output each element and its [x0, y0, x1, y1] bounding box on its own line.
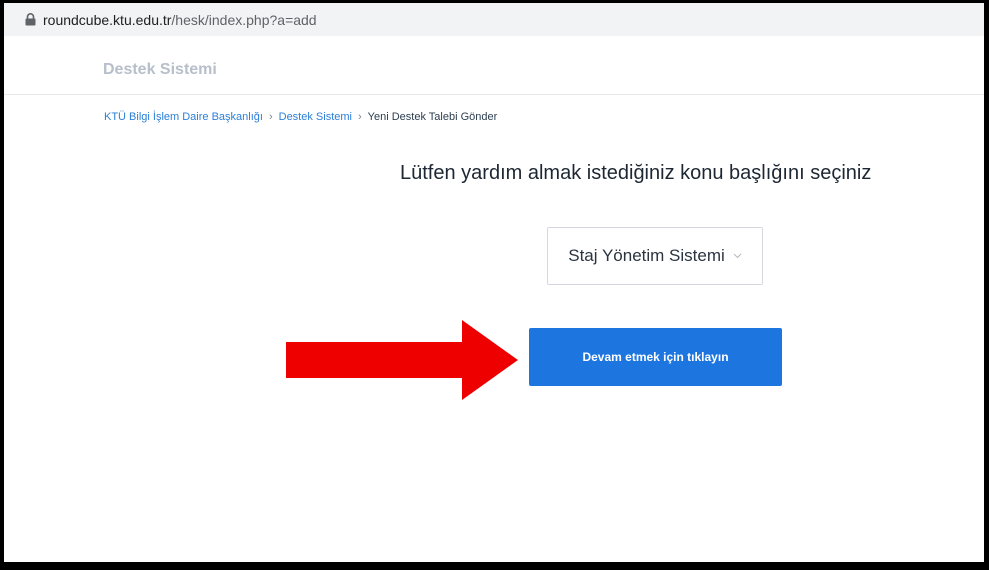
address-bar[interactable]: roundcube.ktu.edu.tr/hesk/index.php?a=ad… — [4, 3, 984, 37]
lock-icon — [23, 13, 37, 27]
category-select[interactable]: Staj Yönetim Sistemi — [547, 227, 763, 285]
continue-button[interactable]: Devam etmek için tıklayın — [529, 328, 782, 386]
breadcrumb: KTÜ Bilgi İşlem Daire Başkanlığı › Deste… — [104, 111, 497, 123]
page-title: Lütfen yardım almak istediğiniz konu baş… — [400, 162, 872, 184]
chevron-down-icon — [733, 253, 742, 259]
breadcrumb-separator: › — [357, 111, 362, 123]
url-path: /hesk/index.php?a=add — [171, 11, 317, 28]
url-host: roundcube.ktu.edu.tr — [43, 11, 172, 28]
breadcrumb-link-destek[interactable]: Destek Sistemi — [279, 111, 352, 123]
url-text[interactable]: roundcube.ktu.edu.tr/hesk/index.php?a=ad… — [43, 12, 317, 28]
breadcrumb-link-ktu[interactable]: KTÜ Bilgi İşlem Daire Başkanlığı — [104, 111, 263, 123]
breadcrumb-current: Yeni Destek Talebi Gönder — [367, 111, 498, 123]
browser-window: roundcube.ktu.edu.tr/hesk/index.php?a=ad… — [4, 3, 984, 562]
red-arrow-annotation — [286, 320, 518, 405]
site-header: Destek Sistemi — [4, 36, 984, 95]
category-select-value: Staj Yönetim Sistemi — [568, 246, 725, 265]
brand-logo-text[interactable]: Destek Sistemi — [103, 61, 217, 79]
breadcrumb-separator: › — [268, 111, 273, 123]
